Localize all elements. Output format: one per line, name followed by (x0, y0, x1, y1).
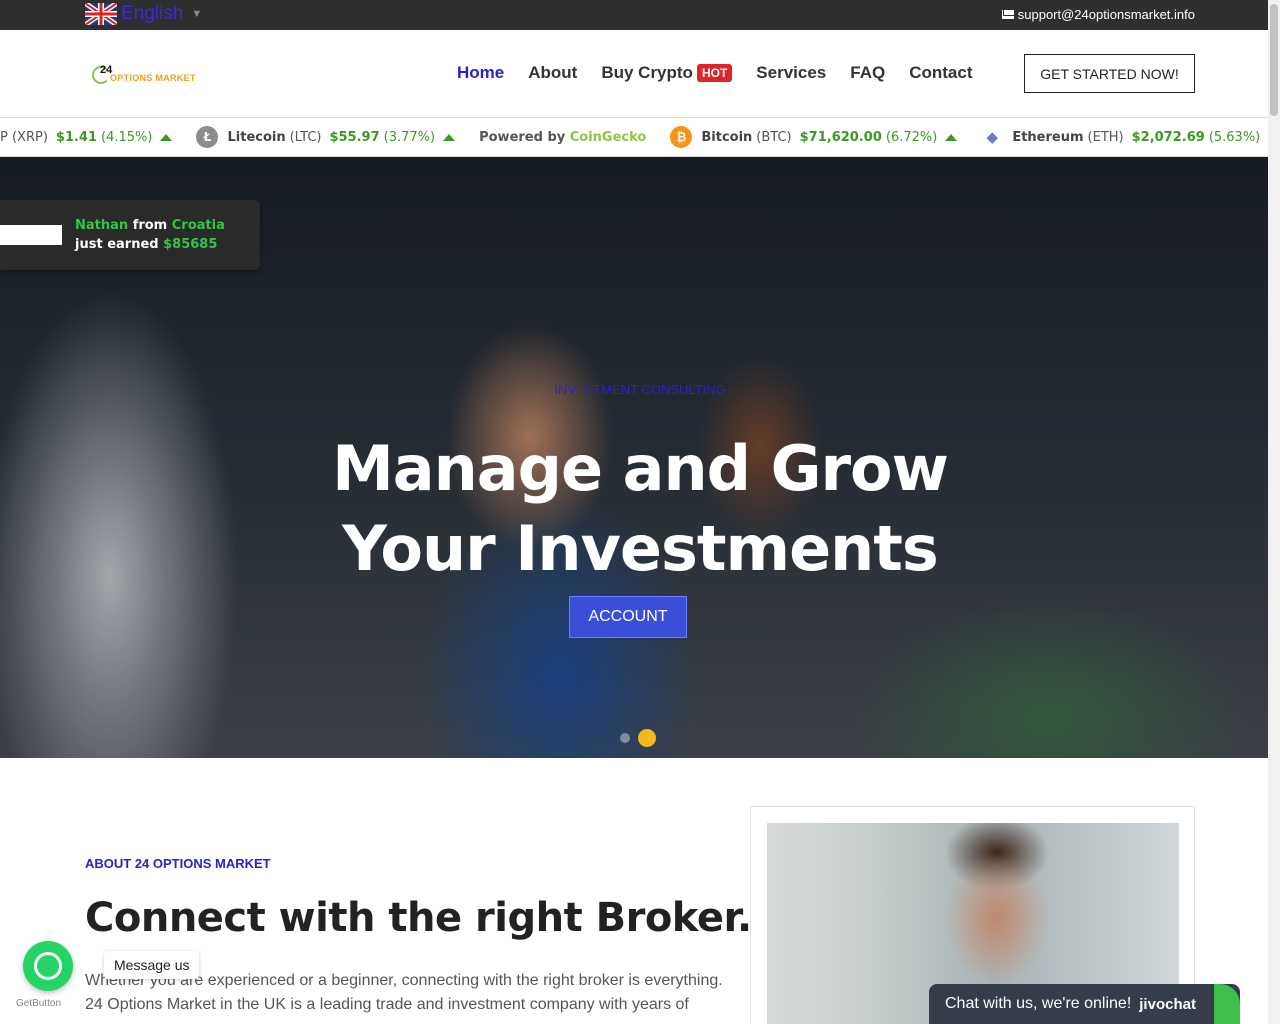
live-chat-widget[interactable]: Chat with us, we're online! jivochat (929, 984, 1240, 1024)
ticker-change: (6.72%) (885, 129, 938, 145)
nav-services-label: Services (756, 63, 827, 82)
hero-title-line-1: Manage and Grow (332, 432, 949, 505)
uk-flag-icon (85, 3, 117, 25)
litecoin-icon: Ł (196, 126, 219, 148)
nav-contact-label: Contact (909, 63, 973, 82)
site-logo[interactable]: 24 OPTIONS MARKET (90, 64, 205, 86)
arrow-up-icon (443, 133, 456, 141)
arrow-up-icon (160, 133, 173, 141)
nav-home[interactable]: Home (457, 63, 504, 83)
whatsapp-icon (34, 952, 62, 980)
toast-earned: just earned (75, 237, 159, 252)
envelope-icon (1001, 10, 1014, 19)
ticker-symbol: (ETH) (1087, 129, 1124, 145)
ticker-track: P (XRP) $1.41 (4.15%) Ł Litecoin (LTC) $… (0, 118, 1268, 156)
caret-down-icon: ▼ (191, 8, 203, 20)
ticker-symbol: (LTC) (289, 129, 322, 145)
crypto-ticker: P (XRP) $1.41 (4.15%) Ł Litecoin (LTC) $… (0, 117, 1268, 157)
powered-by-prefix: Powered by (479, 129, 566, 145)
ticker-change: (5.63%) (1208, 129, 1261, 145)
nav-buy-crypto[interactable]: Buy Crypto HOT (601, 63, 733, 83)
language-label: English (121, 3, 184, 24)
getbutton-credit[interactable]: GetButton (16, 998, 61, 1009)
chat-status-icon (1214, 984, 1240, 1024)
about-eyebrow: ABOUT 24 OPTIONS MARKET (85, 856, 271, 871)
toast-from: from (132, 218, 168, 233)
toast-name: Nathan (75, 218, 129, 233)
hero-title-line-2: Your Investments (342, 512, 939, 585)
page: English ▼ support@24optionsmarket.info 2… (0, 0, 1268, 1024)
nav-faq[interactable]: FAQ (850, 63, 885, 83)
nav-about-label: About (528, 63, 578, 82)
ticker-name: Ethereum (1012, 129, 1084, 145)
ticker-price: $71,620.00 (799, 129, 882, 145)
get-started-button[interactable]: GET STARTED NOW! (1024, 54, 1195, 93)
ticker-change: (4.15%) (101, 129, 153, 145)
support-email-text: support@24optionsmarket.info (1017, 7, 1195, 22)
slider-dot-1[interactable] (620, 733, 630, 743)
nav-about[interactable]: About (528, 63, 577, 83)
page-scrollbar[interactable] (1268, 0, 1280, 1024)
nav-services[interactable]: Services (756, 63, 826, 83)
language-selector[interactable]: English ▼ (85, 3, 202, 25)
hero-title: Manage and Grow Your Investments (0, 429, 1268, 589)
chat-text: Chat with us, we're online! (945, 995, 1132, 1012)
slider-dot-2[interactable] (638, 729, 656, 747)
hero-slider: Nathan from Croatia just earned $85685 I… (0, 157, 1268, 758)
nav-buy-crypto-label: Buy Crypto (601, 63, 693, 82)
toast-country: Croatia (171, 218, 225, 233)
support-email[interactable]: support@24optionsmarket.info (1001, 7, 1195, 22)
ethereum-icon: ◆ (981, 126, 1004, 148)
hero-eyebrow: INVESTMENT CONSULTING (554, 382, 726, 397)
ticker-item-ethereum[interactable]: ◆ Ethereum (ETH) $2,072.69 (5.63%) (981, 126, 1268, 148)
bitcoin-icon: ₿ (670, 126, 693, 148)
whatsapp-message-label[interactable]: Message us (104, 951, 200, 979)
account-button[interactable]: ACCOUNT (569, 596, 687, 638)
ticker-price: $2,072.69 (1131, 129, 1205, 145)
ticker-change: (3.77%) (383, 129, 436, 145)
ticker-name: Bitcoin (701, 129, 753, 145)
whatsapp-button[interactable] (23, 941, 73, 991)
powered-by[interactable]: Powered by CoinGecko (479, 130, 646, 145)
arrow-up-icon (945, 133, 958, 141)
hot-badge: HOT (696, 64, 733, 82)
toast-text: Nathan from Croatia just earned $85685 (75, 216, 225, 254)
ticker-item-bitcoin[interactable]: ₿ Bitcoin (BTC) $71,620.00 (6.72%) (670, 126, 958, 148)
ticker-price: $1.41 (55, 129, 98, 145)
logo-text: OPTIONS MARKET (110, 73, 196, 83)
top-bar: English ▼ support@24optionsmarket.info (0, 0, 1268, 30)
slider-dots (620, 729, 656, 747)
ticker-price: $55.97 (329, 129, 380, 145)
ticker-name: Litecoin (227, 129, 286, 145)
nav-contact[interactable]: Contact (909, 63, 972, 83)
ticker-symbol: P (XRP) (0, 129, 48, 145)
main-nav: Home About Buy Crypto HOT Services FAQ Co… (457, 63, 996, 83)
ticker-symbol: (BTC) (756, 129, 792, 145)
coingecko-link: CoinGecko (569, 129, 647, 145)
jivochat-logo: jivochat (1139, 995, 1196, 1013)
site-header: 24 OPTIONS MARKET Home About Buy Crypto H… (0, 30, 1268, 117)
nav-faq-label: FAQ (850, 63, 886, 82)
ticker-item-litecoin[interactable]: Ł Litecoin (LTC) $55.97 (3.77%) (196, 126, 456, 148)
about-title: Connect with the right Broker. (85, 895, 752, 941)
earnings-notification[interactable]: Nathan from Croatia just earned $85685 (0, 200, 260, 270)
hero-content: Nathan from Croatia just earned $85685 I… (0, 157, 1268, 758)
nav-home-label: Home (457, 63, 505, 82)
ticker-item-xrp[interactable]: P (XRP) $1.41 (4.15%) (0, 129, 173, 145)
toast-logo (0, 225, 62, 245)
scrollbar-thumb[interactable] (1270, 4, 1278, 116)
toast-amount: $85685 (163, 237, 218, 252)
